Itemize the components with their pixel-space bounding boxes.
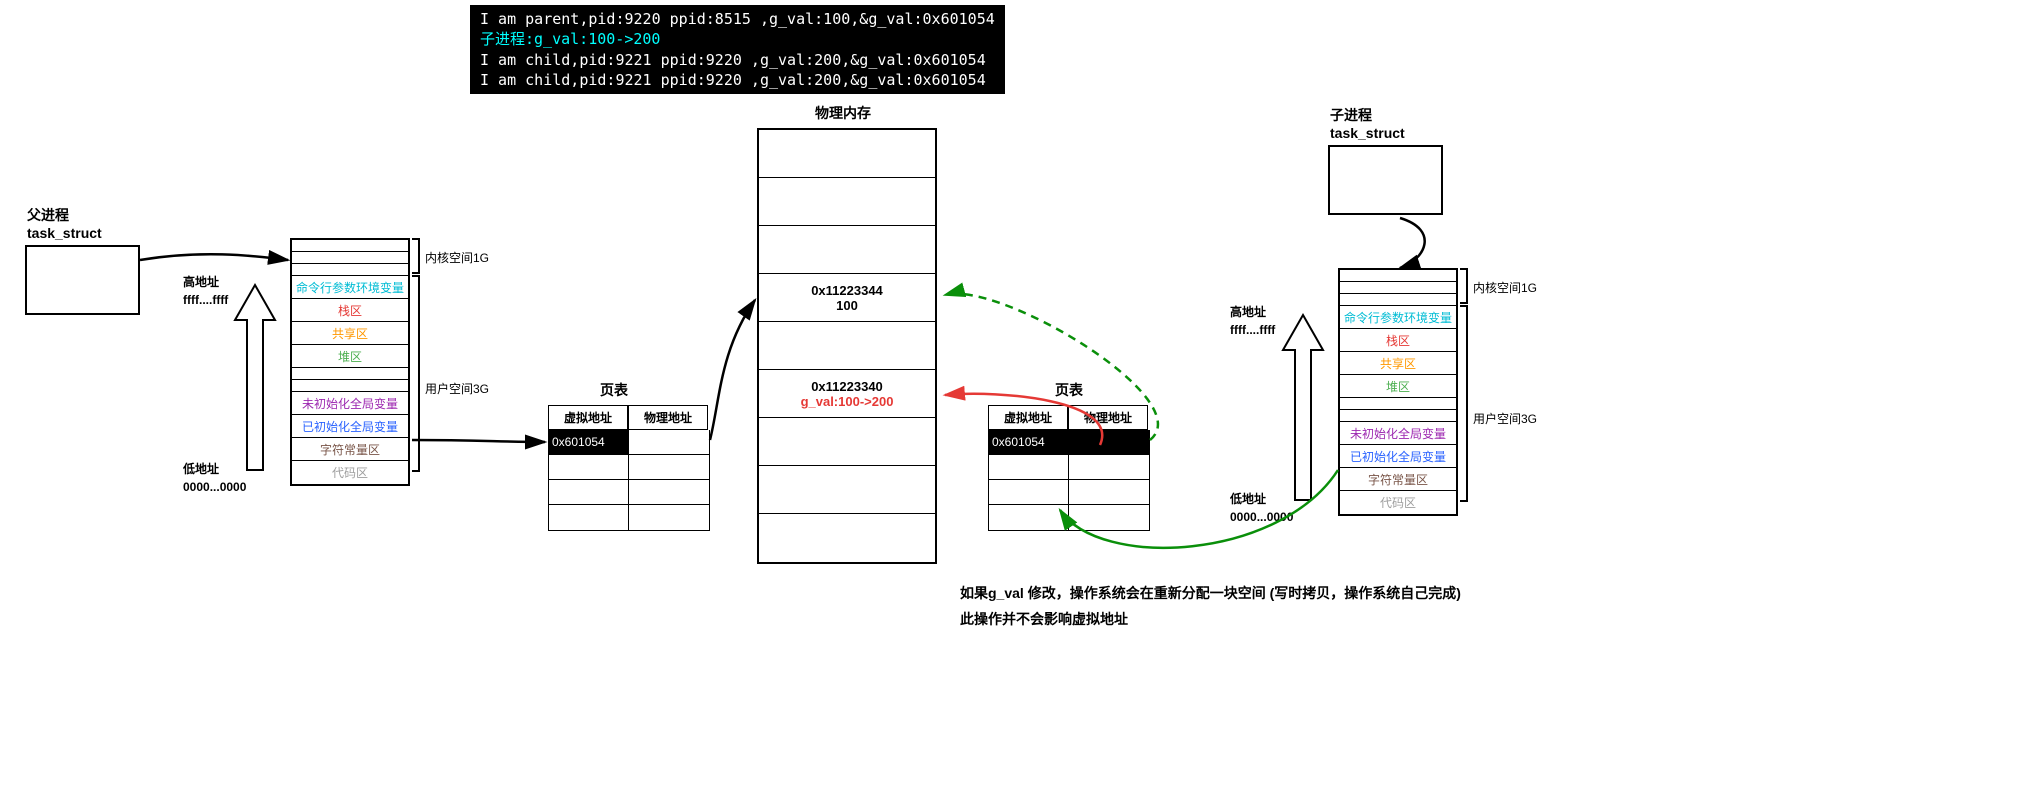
rodata-section: 字符常量区 — [292, 438, 408, 461]
child-title: 子进程 task_struct — [1330, 105, 1405, 141]
kernel-space — [292, 264, 408, 276]
user-space-label: 用户空间3G — [1473, 410, 1537, 427]
phys-cell-original: 0x11223344 100 — [759, 274, 935, 322]
bss-section: 未初始化全局变量 — [1340, 422, 1456, 445]
child-memory-layout: 命令行参数环境变量 栈区 共享区 堆区 未初始化全局变量 已初始化全局变量 字符… — [1338, 268, 1458, 516]
parent-page-table: 虚拟地址 物理地址 0x601054 — [548, 405, 710, 531]
terminal-line: I am child,pid:9221 ppid:9220 ,g_val:200… — [480, 71, 986, 89]
kernel-space — [1340, 282, 1456, 294]
page-table-col-physical: 物理地址 — [628, 405, 708, 430]
up-arrow-icon — [1278, 310, 1328, 510]
kernel-space — [1340, 294, 1456, 306]
child-task-struct-box — [1328, 145, 1443, 215]
cmdline-section: 命令行参数环境变量 — [1340, 306, 1456, 329]
bracket-icon — [414, 238, 420, 274]
heap-section: 堆区 — [292, 345, 408, 368]
kernel-space — [292, 252, 408, 264]
data-section: 已初始化全局变量 — [1340, 445, 1456, 468]
page-table-col-virtual: 虚拟地址 — [548, 405, 628, 430]
user-space-label: 用户空间3G — [425, 380, 489, 397]
kernel-space — [292, 240, 408, 252]
bracket-icon — [414, 275, 420, 472]
high-addr-label: 高地址 — [1230, 303, 1266, 320]
page-table-col-virtual: 虚拟地址 — [988, 405, 1068, 430]
high-addr-label: 高地址 — [183, 273, 219, 290]
page-table-entry: 0x601054 — [989, 430, 1069, 454]
stack-section: 栈区 — [1340, 329, 1456, 352]
child-page-table: 虚拟地址 物理地址 0x601054 — [988, 405, 1150, 531]
page-table-col-physical: 物理地址 — [1068, 405, 1148, 430]
footnote: 如果g_val 修改，操作系统会在重新分配一块空间 (写时拷贝，操作系统自己完成… — [960, 583, 1461, 629]
up-arrow-icon — [230, 280, 280, 480]
terminal-line: I am parent,pid:9220 ppid:8515 ,g_val:10… — [480, 10, 995, 28]
heap-section: 堆区 — [1340, 375, 1456, 398]
low-addr-label: 低地址 — [1230, 490, 1266, 507]
physical-memory: 0x11223344 100 0x11223340 g_val:100->200 — [757, 128, 937, 564]
parent-title: 父进程 task_struct — [27, 205, 102, 241]
kernel-space-label: 内核空间1G — [425, 249, 489, 266]
parent-task-struct-box — [25, 245, 140, 315]
cmdline-section: 命令行参数环境变量 — [292, 276, 408, 299]
low-addr-label: 低地址 — [183, 460, 219, 477]
high-addr-val: ffff....ffff — [183, 293, 228, 307]
bracket-icon — [1462, 268, 1468, 304]
phys-cell-cow: 0x11223340 g_val:100->200 — [759, 370, 935, 418]
kernel-space-label: 内核空间1G — [1473, 279, 1537, 296]
bss-section: 未初始化全局变量 — [292, 392, 408, 415]
text-section: 代码区 — [1340, 491, 1456, 514]
text-section: 代码区 — [292, 461, 408, 484]
terminal-output: I am parent,pid:9220 ppid:8515 ,g_val:10… — [470, 5, 1005, 94]
shared-section: 共享区 — [292, 322, 408, 345]
terminal-line: I am child,pid:9221 ppid:9220 ,g_val:200… — [480, 51, 986, 69]
kernel-space — [1340, 270, 1456, 282]
bracket-icon — [1462, 305, 1468, 502]
page-table-title: 页表 — [1055, 380, 1083, 400]
low-addr-val: 0000...0000 — [1230, 510, 1293, 524]
phys-mem-title: 物理内存 — [815, 103, 871, 123]
stack-section: 栈区 — [292, 299, 408, 322]
shared-section: 共享区 — [1340, 352, 1456, 375]
terminal-line-highlight: 子进程:g_val:100->200 — [480, 30, 660, 48]
parent-memory-layout: 命令行参数环境变量 栈区 共享区 堆区 未初始化全局变量 已初始化全局变量 字符… — [290, 238, 410, 486]
high-addr-val: ffff....ffff — [1230, 323, 1275, 337]
low-addr-val: 0000...0000 — [183, 480, 246, 494]
data-section: 已初始化全局变量 — [292, 415, 408, 438]
page-table-title: 页表 — [600, 380, 628, 400]
page-table-entry: 0x601054 — [549, 430, 629, 454]
rodata-section: 字符常量区 — [1340, 468, 1456, 491]
